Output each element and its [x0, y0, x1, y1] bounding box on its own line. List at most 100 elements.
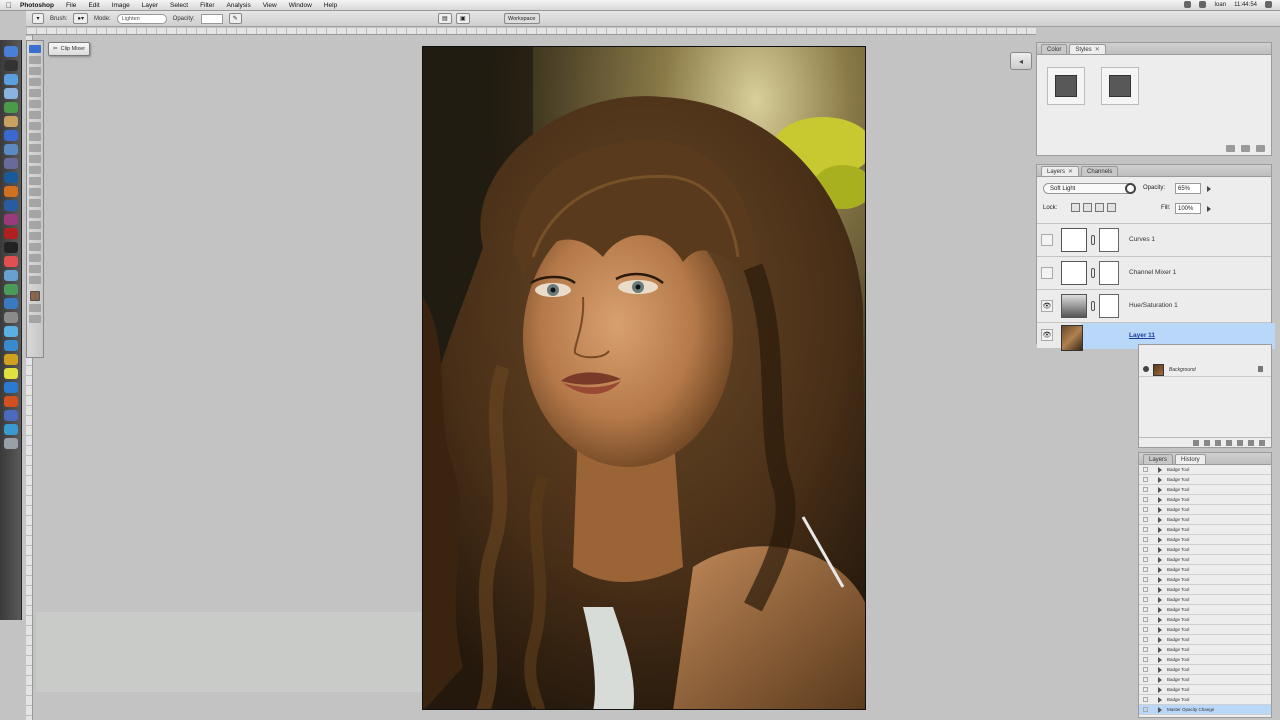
opacity-input[interactable]: [200, 13, 223, 24]
visibility-toggle[interactable]: [1041, 267, 1053, 279]
expand-arrow-icon[interactable]: [1158, 577, 1162, 583]
checkbox[interactable]: [1143, 587, 1148, 592]
lock-pixels-icon[interactable]: [1083, 203, 1092, 212]
gradient-tool-icon[interactable]: [29, 166, 41, 174]
expand-arrow-icon[interactable]: [1158, 677, 1162, 683]
expand-arrow-icon[interactable]: [1158, 487, 1162, 493]
app-icon[interactable]: [3, 312, 18, 323]
close-icon[interactable]: ✕: [1095, 46, 1100, 53]
lock-transparency-icon[interactable]: [1071, 203, 1080, 212]
quick-select-tool-icon[interactable]: [29, 78, 41, 86]
eye-icon[interactable]: [1143, 366, 1149, 372]
history-brush-tool-icon[interactable]: [29, 144, 41, 152]
history-state[interactable]: Badge Tool: [1139, 575, 1271, 585]
lock-position-icon[interactable]: [1095, 203, 1104, 212]
menu-view[interactable]: View: [263, 2, 277, 9]
app-icon[interactable]: [3, 326, 18, 337]
expand-arrow-icon[interactable]: [1158, 687, 1162, 693]
history-state[interactable]: Badge Tool: [1139, 585, 1271, 595]
menu-layer[interactable]: Layer: [142, 2, 158, 9]
addressbook-icon[interactable]: [3, 116, 18, 127]
checkbox[interactable]: [1143, 497, 1148, 502]
expand-arrow-icon[interactable]: [1158, 547, 1162, 553]
history-state[interactable]: Badge Tool: [1139, 525, 1271, 535]
airbrush-button[interactable]: ✎: [228, 13, 242, 24]
history-state[interactable]: Badge Tool: [1139, 675, 1271, 685]
calendar-icon[interactable]: [3, 256, 18, 267]
checkbox[interactable]: [1143, 637, 1148, 642]
history-state[interactable]: Badge Tool: [1139, 485, 1271, 495]
fill-arrow-icon[interactable]: [1207, 206, 1211, 212]
brush-tool-icon[interactable]: [29, 122, 41, 130]
history-state[interactable]: Badge Tool: [1139, 555, 1271, 565]
app-icon[interactable]: [3, 368, 18, 379]
itunes-icon[interactable]: [3, 130, 18, 141]
clear-style-icon[interactable]: [1226, 145, 1235, 152]
tab-channels[interactable]: Channels: [1081, 166, 1119, 176]
checkbox[interactable]: [1143, 597, 1148, 602]
menu-file[interactable]: File: [66, 2, 76, 9]
layer-row[interactable]: Channel Mixer 1: [1037, 256, 1271, 289]
history-state[interactable]: Badge Tool: [1139, 565, 1271, 575]
history-state[interactable]: Badge Tool: [1139, 655, 1271, 665]
dashboard-icon[interactable]: [3, 60, 18, 71]
marquee-tool-icon[interactable]: [29, 56, 41, 64]
menu-analysis[interactable]: Analysis: [227, 2, 251, 9]
checkbox[interactable]: [1143, 667, 1148, 672]
expand-arrow-icon[interactable]: [1158, 647, 1162, 653]
pen-tool-icon[interactable]: [29, 199, 41, 207]
brush-picker[interactable]: ●▾: [73, 13, 88, 24]
layer-mask-thumb[interactable]: [1099, 228, 1119, 252]
indesign-icon[interactable]: [3, 214, 18, 225]
tab-layers-2[interactable]: Layers: [1143, 454, 1174, 464]
illustrator-icon[interactable]: [3, 186, 18, 197]
tab-styles[interactable]: Styles ✕: [1069, 44, 1106, 54]
move-tool-icon[interactable]: [29, 45, 41, 53]
history-state[interactable]: Badge Tool: [1139, 595, 1271, 605]
tab-layers[interactable]: Layers ✕: [1041, 166, 1080, 176]
opacity-input[interactable]: 65%: [1175, 183, 1201, 194]
checkbox[interactable]: [1143, 657, 1148, 662]
expand-arrow-icon[interactable]: [1158, 607, 1162, 613]
history-state[interactable]: Badge Tool: [1139, 605, 1271, 615]
expand-arrow-icon[interactable]: [1158, 497, 1162, 503]
expand-arrow-icon[interactable]: [1158, 537, 1162, 543]
mode-select[interactable]: Lighten: [116, 13, 167, 24]
photoshop-icon[interactable]: [3, 200, 18, 211]
lasso-tool-icon[interactable]: [29, 67, 41, 75]
new-layer-icon[interactable]: [1248, 439, 1254, 446]
add-mask-icon[interactable]: [1215, 439, 1221, 446]
expand-arrow-icon[interactable]: [1158, 587, 1162, 593]
app-icon[interactable]: [3, 270, 18, 281]
healing-tool-icon[interactable]: [29, 111, 41, 119]
history-state[interactable]: Badge Tool: [1139, 545, 1271, 555]
app-icon[interactable]: [3, 424, 18, 435]
fx-icon[interactable]: [1204, 439, 1210, 446]
expand-arrow-icon[interactable]: [1158, 627, 1162, 633]
eye-icon[interactable]: 👁: [1041, 329, 1053, 341]
safari-icon[interactable]: [3, 74, 18, 85]
acrobat-icon[interactable]: [3, 228, 18, 239]
volume-icon[interactable]: [1199, 1, 1207, 8]
layer-name-editing[interactable]: Layer 11: [1129, 332, 1155, 339]
app-icon[interactable]: [3, 382, 18, 393]
3d-orbit-tool-icon[interactable]: [29, 254, 41, 262]
crop-tool-icon[interactable]: [29, 89, 41, 97]
checkbox[interactable]: [1143, 697, 1148, 702]
layer-row[interactable]: Curves 1: [1037, 223, 1271, 256]
style-swatch[interactable]: [1101, 67, 1139, 105]
expand-arrow-icon[interactable]: [1158, 527, 1162, 533]
tab-history[interactable]: History: [1175, 454, 1206, 464]
history-state[interactable]: Badge Tool: [1139, 645, 1271, 655]
background-layer-row[interactable]: Background: [1139, 363, 1271, 377]
history-state-current[interactable]: Master Opacity Change: [1139, 705, 1271, 715]
menu-image[interactable]: Image: [112, 2, 130, 9]
blur-tool-icon[interactable]: [29, 177, 41, 185]
expand-arrow-icon[interactable]: [1158, 697, 1162, 703]
menu-filter[interactable]: Filter: [200, 2, 214, 9]
user-name[interactable]: Ioan: [1214, 2, 1226, 8]
app-icon[interactable]: [3, 298, 18, 309]
expand-arrow-icon[interactable]: [1158, 617, 1162, 623]
finder-icon[interactable]: [3, 46, 18, 57]
expand-arrow-icon[interactable]: [1158, 517, 1162, 523]
